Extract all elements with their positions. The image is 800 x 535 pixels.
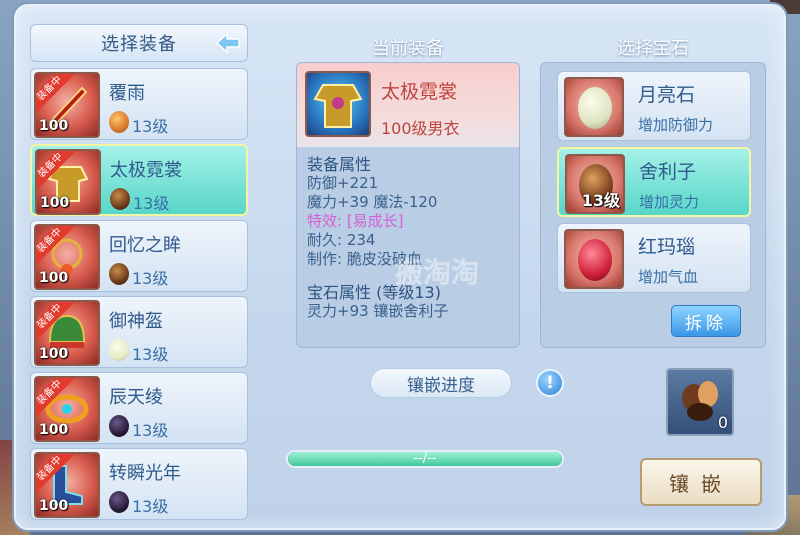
agate-icon: [578, 239, 612, 281]
moonstone-icon: [578, 87, 612, 129]
current-equipment-icon: [305, 71, 371, 137]
gem-icon: [109, 263, 129, 285]
gem-slot-icon: [564, 77, 624, 137]
special-effect: 特效: [易成长]: [307, 212, 404, 230]
gem-icon: [109, 415, 129, 437]
gem-icon: [109, 491, 129, 513]
gem-level: 13级: [132, 497, 169, 516]
equipment-name: 御神盔: [109, 311, 163, 332]
select-equipment-title: 选择装备: [101, 34, 177, 55]
gem-desc: 增加防御力: [638, 116, 714, 134]
equipment-level: 100: [39, 270, 69, 286]
watermark: 搬淘淘: [395, 256, 480, 289]
inlay-progress-bar: --/--: [286, 450, 564, 468]
current-equipment-header: 太极霓裳 100级男衣: [297, 63, 519, 147]
gem-desc: 增加灵力: [639, 193, 700, 211]
remove-gem-button[interactable]: 拆除: [671, 305, 741, 337]
equipment-name: 太极霓裳: [110, 160, 182, 181]
inlay-gem-slot[interactable]: 0: [666, 368, 734, 436]
current-equipment-title: 当前装备: [372, 38, 444, 59]
gem-attr-line: 灵力+93 镶嵌舍利子: [307, 302, 449, 320]
gem-name: 红玛瑙: [638, 236, 696, 258]
durability: 耐久: 234: [307, 231, 376, 249]
gem-level: 13级: [132, 117, 169, 136]
equipment-icon: 装备中 100: [34, 376, 100, 442]
select-equipment-header[interactable]: 选择装备: [30, 24, 248, 62]
gem-name: 月亮石: [638, 84, 696, 106]
gem-item[interactable]: 月亮石 增加防御力: [557, 71, 751, 141]
equipment-list: 装备中 100 覆雨 13级 装备中 100 太极霓裳 13级 装备中 100 …: [30, 68, 248, 524]
equipment-level: 100: [39, 498, 69, 514]
equipment-name: 回忆之眸: [109, 235, 181, 256]
inlay-progress-label: 镶嵌进度: [370, 368, 512, 398]
gem-item[interactable]: 红玛瑙 增加气血: [557, 223, 751, 293]
gem-icon: [110, 188, 130, 210]
current-equipment-panel: 太极霓裳 100级男衣 装备属性 防御+221 魔力+39 魔法-120 特效:…: [296, 62, 520, 348]
gem-panel: 月亮石 增加防御力 13级 舍利子 增加灵力 红玛瑙 增加气血 拆除: [540, 62, 766, 348]
equipment-icon: 装备中 100: [34, 224, 100, 290]
equipment-icon: 装备中 100: [35, 149, 101, 215]
equipment-level: 100: [39, 422, 69, 438]
gem-slot-icon: [564, 229, 624, 289]
stat-line: 防御+221: [307, 174, 379, 192]
select-gem-title: 选择宝石: [617, 38, 689, 59]
info-icon[interactable]: !: [536, 369, 564, 397]
gem-desc: 增加气血: [638, 268, 699, 286]
equipment-icon: 装备中 100: [34, 72, 100, 138]
equipment-item[interactable]: 装备中 100 转瞬光年 13级: [30, 448, 248, 520]
equipment-level: 100: [40, 195, 70, 211]
equipment-name: 转瞬光年: [109, 463, 181, 484]
equipment-name: 覆雨: [109, 83, 145, 104]
gem-item[interactable]: 13级 舍利子 增加灵力: [557, 147, 751, 217]
gem-icon: [109, 111, 129, 133]
equipment-item[interactable]: 装备中 100 太极霓裳 13级: [30, 144, 248, 216]
equipment-item[interactable]: 装备中 100 御神盔 13级: [30, 296, 248, 368]
equipment-icon: 装备中 100: [34, 452, 100, 518]
gem-level: 13级: [132, 421, 169, 440]
gem-level: 13级: [132, 269, 169, 288]
equipment-name: 辰天绫: [109, 387, 163, 408]
equipment-item[interactable]: 装备中 100 辰天绫 13级: [30, 372, 248, 444]
equipment-attr-label: 装备属性: [307, 155, 372, 174]
current-equipment-name: 太极霓裳: [381, 81, 458, 103]
gem-name: 舍利子: [639, 161, 697, 183]
armor-icon: [313, 84, 363, 128]
equipment-level: 100: [39, 346, 69, 362]
equipment-level: 100: [39, 118, 69, 134]
gem-level: 13级: [133, 194, 170, 213]
gem-level: 13级: [581, 191, 620, 210]
gem-level: 13级: [132, 345, 169, 364]
current-equipment-type: 100级男衣: [381, 119, 460, 138]
progress-text: --/--: [413, 451, 437, 466]
gem-slot-icon: 13级: [565, 154, 625, 214]
equipment-stats: 装备属性 防御+221 魔力+39 魔法-120 特效: [易成长] 耐久: 2…: [307, 155, 515, 321]
expand-arrow-icon: [215, 32, 240, 54]
equipment-item[interactable]: 装备中 100 覆雨 13级: [30, 68, 248, 140]
gem-count: 0: [717, 413, 728, 432]
gem-icon: [109, 339, 129, 361]
inlay-button[interactable]: 镶嵌: [640, 458, 762, 506]
equipment-item[interactable]: 装备中 100 回忆之眸 13级: [30, 220, 248, 292]
equipment-icon: 装备中 100: [34, 300, 100, 366]
stat-line: 魔力+39 魔法-120: [307, 193, 438, 211]
